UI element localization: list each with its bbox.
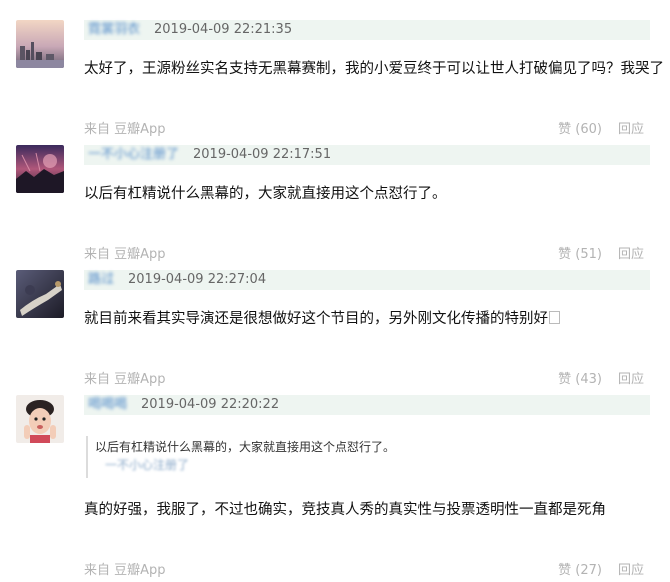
comment-time: 2019-04-09 22:20:22	[141, 397, 280, 412]
comment-meta: 喝喝喝 2019-04-09 22:20:22	[84, 395, 650, 415]
comment-footer: 来自 豆瓣App 赞 (60) 回应	[84, 118, 644, 137]
reply-button[interactable]: 回应	[618, 559, 644, 578]
comment-text: 以后有杠精说什么黑幕的，大家就直接用这个点怼行了。	[84, 186, 447, 202]
avatar[interactable]	[16, 270, 64, 318]
comment-text-content: 就目前来看其实导演还是很想做好这个节目的，另外刚文化传播的特别好	[84, 311, 548, 327]
avatar[interactable]	[16, 145, 64, 193]
like-button[interactable]: 赞 (60)	[558, 118, 602, 137]
comment-actions: 赞 (43) 回应	[558, 368, 644, 387]
quoted-text: 以后有杠精说什么黑幕的，大家就直接用这个点怼行了。	[95, 440, 396, 454]
avatar[interactable]	[16, 395, 64, 443]
comment-footer: 来自 豆瓣App 赞 (43) 回应	[84, 368, 644, 387]
reply-button[interactable]: 回应	[618, 368, 644, 387]
comment-text: 真的好强，我服了，不过也确实，竞技真人秀的真实性与投票透明性一直都是死角	[84, 502, 606, 518]
comment-footer: 来自 豆瓣App 赞 (51) 回应	[84, 243, 644, 262]
like-button[interactable]: 赞 (51)	[558, 243, 602, 262]
comment-source: 来自 豆瓣App	[84, 563, 166, 578]
missing-emoji-icon	[549, 311, 560, 324]
comment-meta: 路过 2019-04-09 22:27:04	[84, 270, 650, 290]
comment-author[interactable]: 路过	[84, 270, 114, 290]
comment-actions: 赞 (27) 回应	[558, 559, 644, 578]
comment-actions: 赞 (51) 回应	[558, 243, 644, 262]
reply-button[interactable]: 回应	[618, 118, 644, 137]
like-button[interactable]: 赞 (43)	[558, 368, 602, 387]
comment-text: 就目前来看其实导演还是很想做好这个节目的，另外刚文化传播的特别好	[84, 309, 656, 329]
comment-author[interactable]: 霓裳羽衣	[84, 20, 140, 40]
avatar[interactable]	[16, 20, 64, 68]
like-button[interactable]: 赞 (27)	[558, 559, 602, 578]
comment-meta: 霓裳羽衣 2019-04-09 22:21:35	[84, 20, 650, 40]
quoted-comment: 以后有杠精说什么黑幕的，大家就直接用这个点怼行了。 一不小心注册了	[86, 436, 635, 478]
comment-time: 2019-04-09 22:21:35	[154, 22, 293, 37]
comment-meta: 一不小心注册了 2019-04-09 22:17:51	[84, 145, 650, 165]
comment-time: 2019-04-09 22:27:04	[128, 272, 267, 287]
comment-text: 太好了，王源粉丝实名支持无黑幕赛制，我的小爱豆终于可以让世人打破偏见了吗？我哭了	[84, 61, 664, 77]
comment-source: 来自 豆瓣App	[84, 372, 166, 387]
comment-footer: 来自 豆瓣App 赞 (27) 回应	[84, 559, 644, 578]
comment-time: 2019-04-09 22:17:51	[193, 147, 332, 162]
comment-source: 来自 豆瓣App	[84, 247, 166, 262]
reply-button[interactable]: 回应	[618, 243, 644, 262]
comment-author[interactable]: 喝喝喝	[84, 395, 127, 415]
comment-source: 来自 豆瓣App	[84, 122, 166, 137]
comment-author[interactable]: 一不小心注册了	[84, 145, 179, 165]
comment-actions: 赞 (60) 回应	[558, 118, 644, 137]
quoted-author[interactable]: 一不小心注册了	[105, 456, 635, 474]
